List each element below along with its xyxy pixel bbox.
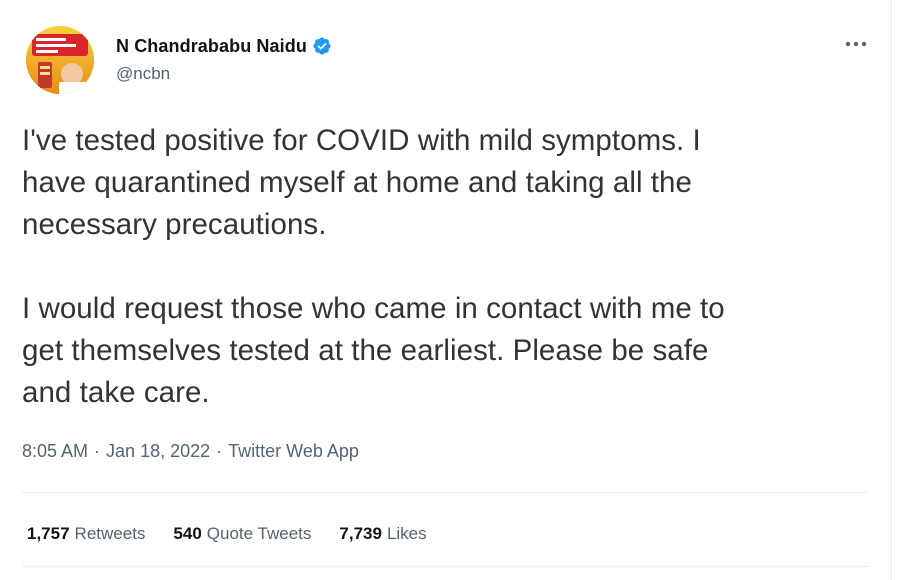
author-names: N Chandrababu Naidu @ncbn — [116, 34, 332, 84]
tweet-meta: 8:05 AM · Jan 18, 2022 · Twitter Web App — [22, 441, 359, 462]
tweet-source-app[interactable]: Twitter Web App — [228, 441, 359, 462]
meta-separator: · — [94, 441, 101, 461]
tweet-date[interactable]: Jan 18, 2022 — [106, 441, 210, 462]
quote-tweets-stat[interactable]: 540 Quote Tweets — [173, 524, 311, 544]
likes-stat[interactable]: 7,739 Likes — [339, 524, 426, 544]
display-name-row: N Chandrababu Naidu — [116, 34, 332, 58]
tweet-paragraph-1: I've tested positive for COVID with mild… — [22, 124, 701, 241]
likes-count: 7,739 — [339, 524, 382, 543]
author-handle[interactable]: @ncbn — [116, 64, 332, 84]
tweet-time[interactable]: 8:05 AM — [22, 441, 88, 462]
verified-badge-icon — [312, 36, 332, 56]
more-horizontal-icon[interactable] — [840, 34, 872, 54]
tweet-header: N Chandrababu Naidu @ncbn — [26, 26, 332, 94]
tweet-stats: 1,757 Retweets 540 Quote Tweets 7,739 Li… — [27, 524, 455, 544]
retweets-label: Retweets — [74, 524, 146, 543]
quote-tweets-count: 540 — [173, 524, 202, 543]
display-name[interactable]: N Chandrababu Naidu — [116, 36, 307, 57]
divider — [22, 566, 868, 567]
tweet-text: I've tested positive for COVID with mild… — [22, 120, 872, 414]
quote-tweets-label: Quote Tweets — [206, 524, 312, 543]
likes-label: Likes — [386, 524, 427, 543]
tweet-card: N Chandrababu Naidu @ncbn I've tested po… — [0, 0, 892, 580]
retweets-count: 1,757 — [27, 524, 70, 543]
meta-separator: · — [216, 441, 223, 461]
divider — [22, 492, 868, 493]
avatar[interactable] — [26, 26, 94, 94]
retweets-stat[interactable]: 1,757 Retweets — [27, 524, 145, 544]
tweet-paragraph-2: I would request those who came in contac… — [22, 292, 725, 409]
